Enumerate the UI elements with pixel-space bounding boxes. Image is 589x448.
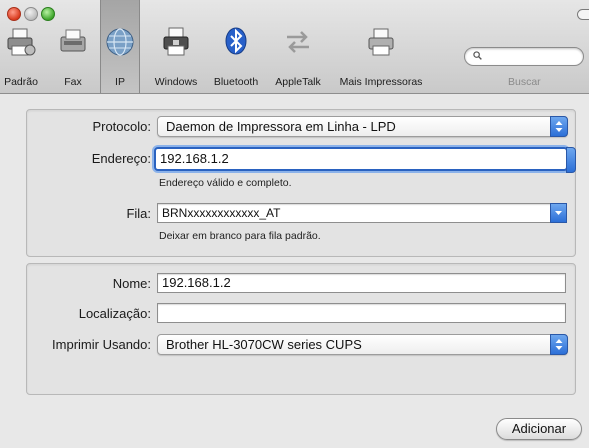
toolbar-label: Mais Impressoras <box>339 76 423 88</box>
address-label: Endereço: <box>91 151 151 166</box>
chevron-down-icon[interactable] <box>550 203 567 223</box>
address-popup-arrow-icon[interactable] <box>566 147 576 173</box>
queue-hint: Deixar em branco para fila padrão. <box>159 230 321 242</box>
toolbar-item-more-printers[interactable]: Mais Impressoras <box>336 26 426 88</box>
name-value: 192.168.1.2 <box>162 275 231 290</box>
search-input[interactable] <box>487 49 579 65</box>
driver-label: Imprimir Usando: <box>52 337 151 352</box>
location-label: Localização: <box>78 306 151 321</box>
location-field[interactable] <box>157 303 566 323</box>
toolbar-item-windows[interactable]: Windows <box>150 26 202 88</box>
driver-value: Brother HL-3070CW series CUPS <box>166 337 362 352</box>
toolbar: Padrão Fax IP Windows Bluetooth AppleTal… <box>0 0 589 94</box>
driver-popup[interactable]: Brother HL-3070CW series CUPS <box>157 334 568 355</box>
zoom-window-button[interactable] <box>41 7 55 21</box>
popup-arrows-icon <box>550 334 568 355</box>
minimize-window-button[interactable] <box>24 7 38 21</box>
globe-icon <box>106 28 134 56</box>
popup-arrows-icon <box>550 116 568 137</box>
name-field[interactable]: 192.168.1.2 <box>157 273 566 293</box>
toolbar-label: IP <box>115 76 125 88</box>
more-printers-icon <box>368 28 394 56</box>
windows-printer-icon <box>163 27 189 56</box>
toolbar-item-ip[interactable]: IP <box>100 0 140 93</box>
toolbar-item-fax[interactable]: Fax <box>56 26 90 88</box>
search-icon <box>473 51 482 60</box>
printer-default-icon <box>7 28 36 56</box>
toolbar-item-appletalk[interactable]: AppleTalk <box>270 26 326 88</box>
toolbar-toggle-button[interactable] <box>577 9 589 20</box>
toolbar-label: Bluetooth <box>213 76 259 88</box>
protocol-value: Daemon de Impressora em Linha - LPD <box>166 119 396 134</box>
toolbar-item-bluetooth[interactable]: Bluetooth <box>208 26 264 88</box>
search-field[interactable] <box>464 47 584 66</box>
toolbar-label: Fax <box>64 76 82 88</box>
add-button[interactable]: Adicionar <box>496 418 582 440</box>
fax-icon <box>60 29 86 52</box>
address-value: 192.168.1.2 <box>160 151 229 166</box>
close-window-button[interactable] <box>7 7 21 21</box>
appletalk-icon <box>287 31 309 53</box>
queue-combo[interactable]: BRNxxxxxxxxxxxx_AT <box>157 203 567 223</box>
address-field[interactable]: 192.168.1.2 <box>154 147 568 171</box>
toolbar-label: Windows <box>154 76 198 88</box>
name-label: Nome: <box>112 276 151 291</box>
queue-value: BRNxxxxxxxxxxxx_AT <box>162 206 281 220</box>
queue-label: Fila: <box>126 206 151 221</box>
toolbar-item-default[interactable]: Padrão <box>2 26 40 88</box>
protocol-popup[interactable]: Daemon de Impressora em Linha - LPD <box>157 116 568 137</box>
add-printer-window: Padrão Fax IP Windows Bluetooth AppleTal… <box>0 0 589 448</box>
toolbar-label: AppleTalk <box>275 76 321 88</box>
toolbar-label: Padrão <box>4 76 38 88</box>
bluetooth-icon <box>225 27 247 55</box>
address-hint: Endereço válido e completo. <box>159 177 292 189</box>
protocol-label: Protocolo: <box>92 119 151 134</box>
search-label: Buscar <box>508 76 541 88</box>
